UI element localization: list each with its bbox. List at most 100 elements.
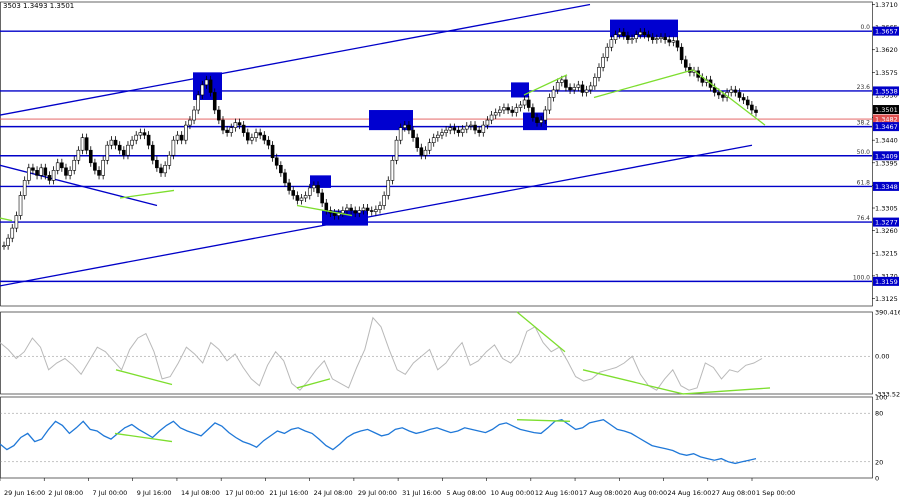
candle-body: [588, 85, 593, 91]
candle-body: [163, 165, 167, 174]
candle-body: [547, 97, 552, 111]
candle-body: [522, 99, 527, 106]
candle-body: [43, 167, 48, 176]
x-tick-label: 27 Aug 08:00: [712, 489, 756, 497]
highlight-box: [523, 112, 547, 131]
fib-price-text: 1.3277: [875, 219, 898, 227]
candle-body: [80, 137, 85, 151]
cci-y-axis: 390.41630.00-333.522: [875, 309, 900, 399]
candle-body: [564, 79, 568, 88]
chart-canvas: 1.31251.31701.32151.32601.33051.33501.33…: [0, 1, 900, 497]
quote-header: 3503 1.3493 1.3501: [3, 2, 75, 10]
candle-body: [431, 137, 436, 143]
stochastic-divergence-lines: [114, 419, 571, 443]
candle-body: [6, 237, 10, 247]
candle-body: [630, 38, 634, 40]
fib-price-text: 1.3409: [875, 152, 898, 160]
fib-level-label: 100.0: [853, 274, 870, 281]
candle-body: [444, 129, 448, 133]
fib-level-label: 38.2: [857, 120, 871, 127]
candle-body: [539, 119, 543, 123]
candle-body: [55, 162, 60, 171]
candle-body: [436, 134, 440, 138]
candle-body: [250, 137, 254, 141]
fib-level-50-0: 50.0 1.3409: [0, 149, 899, 161]
cci-divergence-lines: [115, 311, 771, 395]
candle-body: [76, 149, 81, 161]
candle-body: [568, 87, 572, 91]
candle-body: [167, 154, 172, 166]
stochastic-tick-label: 100: [875, 394, 887, 402]
x-axis: 29 Jun 16:00 2 Jul 08:00 7 Jul 00:00 9 Jul …: [0, 478, 795, 497]
candle-body: [593, 77, 597, 87]
candle-body: [101, 159, 105, 176]
candle-body: [270, 144, 275, 159]
fib-level-label: 0.0: [860, 24, 870, 31]
candle-body: [733, 89, 738, 93]
candle-body: [663, 36, 667, 40]
candle-body: [22, 180, 27, 196]
candle-body: [332, 212, 337, 216]
candle-body: [14, 215, 19, 229]
cci-tick-label: 390.4163: [875, 309, 900, 317]
candle-body: [621, 31, 626, 36]
fib-level-label: 23.6: [857, 84, 871, 91]
x-tick-label: 17 Aug 08:00: [579, 489, 623, 497]
candle-body: [460, 128, 465, 133]
candle-body: [221, 119, 225, 131]
candle-body: [737, 92, 742, 98]
candle-body: [51, 170, 56, 181]
price-y-tick-label: 1.3620: [875, 46, 898, 54]
candle-body: [374, 209, 378, 212]
candle-body: [196, 94, 200, 111]
fib-level-100-0: 100.0 1.3159: [0, 274, 899, 286]
x-tick-label: 29 Jul 00:00: [358, 489, 397, 497]
candle-body: [134, 134, 139, 141]
candle-body: [493, 112, 498, 116]
candle-body: [84, 137, 89, 151]
candle-body: [510, 109, 515, 113]
candle-body: [349, 207, 353, 211]
cci-divergence-line: [296, 378, 331, 389]
candle-body: [229, 127, 234, 133]
candle-body: [303, 195, 308, 199]
highlight-box: [511, 82, 529, 98]
candle-body: [667, 39, 672, 43]
divergence-line: [593, 69, 694, 99]
candle-body: [237, 122, 242, 126]
candle-body: [97, 170, 101, 176]
candle-body: [188, 119, 192, 126]
candle-body: [353, 210, 358, 214]
cci-divergence-line: [115, 369, 173, 386]
x-tick-label: 24 Jul 08:00: [314, 489, 353, 497]
candle-body: [646, 34, 651, 38]
price-y-tick-label: 1.3305: [875, 205, 898, 213]
stochastic-line: [0, 419, 757, 465]
candle-body: [650, 36, 655, 40]
candle-body: [597, 67, 601, 78]
cci-tick-label: 0.00: [875, 353, 889, 361]
candle-body: [130, 139, 134, 146]
fib-price-text: 1.3657: [875, 28, 898, 36]
candle-body: [26, 167, 31, 181]
candle-body: [675, 40, 680, 48]
candle-body: [171, 139, 176, 156]
candle-body: [514, 107, 519, 113]
current-price-text: 1.3501: [875, 106, 898, 114]
x-tick-label: 20 Aug 00:00: [623, 489, 667, 497]
candle-body: [212, 92, 217, 111]
stochastic-tick-label: 20: [875, 458, 883, 466]
fib-price-text: 1.3538: [875, 87, 898, 95]
channel-upper-line: [0, 3, 591, 116]
candle-body: [225, 129, 229, 133]
candle-body: [531, 107, 535, 118]
candle-body: [473, 124, 477, 131]
candle-body: [307, 187, 312, 196]
candle-body: [411, 129, 415, 138]
fib-price-text: 1.3348: [875, 183, 898, 191]
candle-body: [754, 109, 758, 113]
candle-body: [407, 124, 411, 131]
stochastic-panel-frame: [0, 396, 873, 479]
candle-body: [634, 34, 638, 39]
candle-body: [717, 92, 721, 96]
